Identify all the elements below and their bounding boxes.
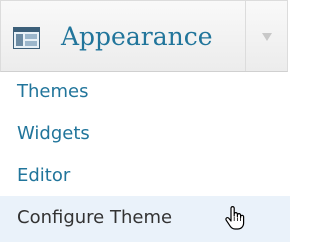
appearance-menu-title[interactable]: Appearance bbox=[61, 19, 213, 55]
submenu-item-label: Configure Theme bbox=[17, 207, 173, 228]
appearance-menu-header[interactable]: Appearance bbox=[0, 0, 288, 72]
submenu-item-themes[interactable]: Themes bbox=[0, 72, 290, 114]
hand-pointer-icon bbox=[225, 206, 245, 230]
dropdown-arrow-icon bbox=[262, 33, 272, 41]
submenu-item-configure-theme[interactable]: Configure Theme bbox=[0, 196, 290, 242]
menu-toggle-button[interactable] bbox=[246, 1, 288, 71]
appearance-window-icon bbox=[13, 27, 40, 49]
submenu-item-editor[interactable]: Editor bbox=[0, 156, 290, 198]
submenu-item-widgets[interactable]: Widgets bbox=[0, 114, 290, 156]
appearance-menu: Appearance Themes Widgets Editor Configu… bbox=[0, 0, 290, 242]
appearance-submenu: Themes Widgets Editor Configure Theme bbox=[0, 72, 290, 242]
